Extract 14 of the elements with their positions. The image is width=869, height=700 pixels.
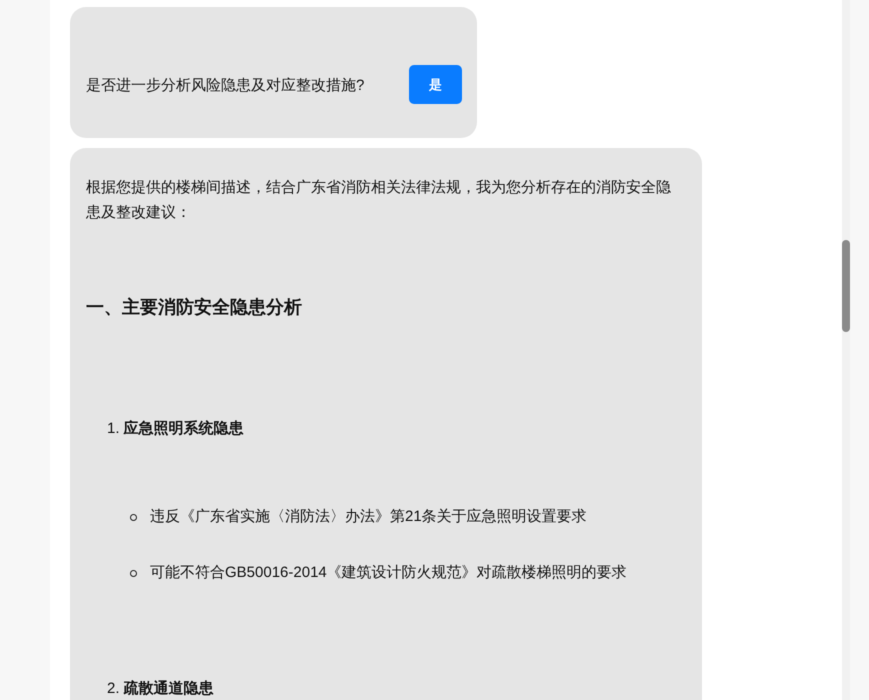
section-heading: 一、主要消防安全隐患分析 <box>86 296 303 319</box>
yes-button[interactable]: 是 <box>409 65 462 104</box>
item-title: 疏散通道隐患 <box>124 679 214 699</box>
list-number: 1. <box>107 419 120 439</box>
list-number: 2. <box>107 679 120 699</box>
bullet-icon <box>130 570 137 576</box>
list-item-text: 可能不符合GB50016-2014《建筑设计防火规范》对疏散楼梯照明的要求 <box>150 563 627 583</box>
question-text: 是否进一步分析风险隐患及对应整改措施? <box>86 76 364 96</box>
scrollbar[interactable] <box>842 0 850 700</box>
list-item-text: 违反《广东省实施〈消防法〉办法》第21条关于应急照明设置要求 <box>150 507 587 527</box>
intro-paragraph: 根据您提供的楼梯间描述，结合广东省消防相关法律法规，我为您分析存在的消防安全隐患及整改建议： <box>86 178 672 223</box>
bullet-icon <box>130 514 137 520</box>
scrollbar-thumb[interactable] <box>842 240 850 332</box>
item-title: 应急照明系统隐患 <box>124 419 244 439</box>
